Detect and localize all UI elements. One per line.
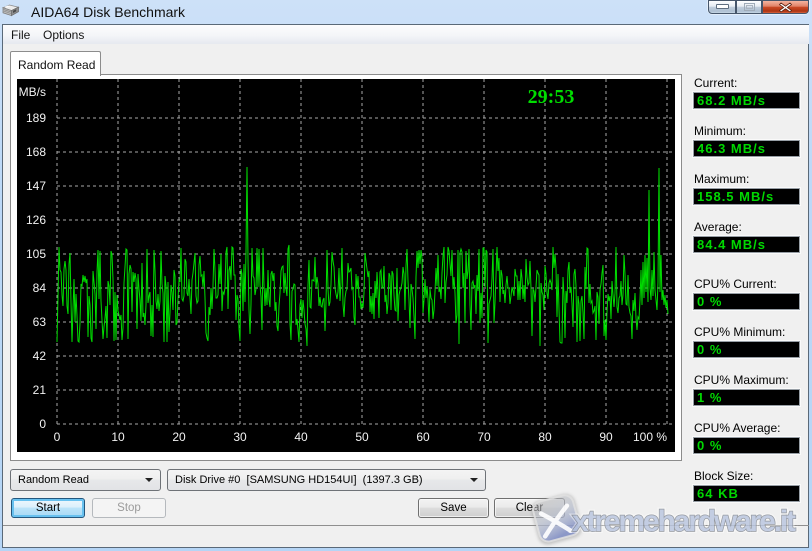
- svg-text:100 %: 100 %: [633, 430, 667, 444]
- svg-text:0: 0: [39, 417, 46, 431]
- svg-text:20: 20: [172, 430, 186, 444]
- svg-text:50: 50: [355, 430, 369, 444]
- svg-text:40: 40: [294, 430, 308, 444]
- svg-text:29:53: 29:53: [528, 86, 575, 108]
- svg-text:70: 70: [477, 430, 491, 444]
- svg-text:189: 189: [26, 111, 46, 125]
- svg-text:126: 126: [26, 213, 46, 227]
- svg-text:105: 105: [26, 247, 46, 261]
- svg-text:21: 21: [33, 383, 47, 397]
- svg-text:MB/s: MB/s: [19, 85, 46, 99]
- svg-text:168: 168: [26, 145, 46, 159]
- svg-text:42: 42: [33, 349, 47, 363]
- svg-text:30: 30: [233, 430, 247, 444]
- svg-text:80: 80: [538, 430, 552, 444]
- svg-text:0: 0: [54, 430, 61, 444]
- svg-text:xtremehardware.it: xtremehardware.it: [572, 505, 796, 538]
- svg-text:10: 10: [111, 430, 125, 444]
- svg-text:84: 84: [33, 281, 47, 295]
- svg-text:60: 60: [416, 430, 430, 444]
- svg-text:147: 147: [26, 179, 46, 193]
- svg-text:90: 90: [599, 430, 613, 444]
- svg-text:63: 63: [33, 315, 47, 329]
